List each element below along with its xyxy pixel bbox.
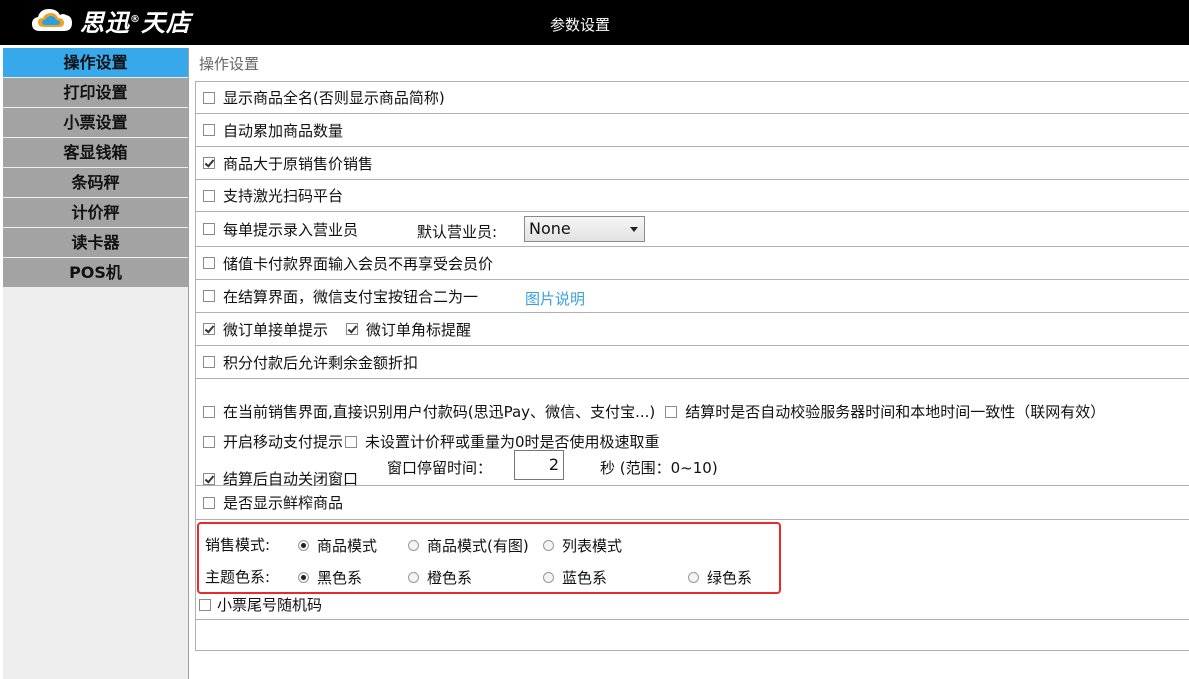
wx-order-prompt-checkbox[interactable] [203, 323, 215, 335]
sidebar-item-card-reader[interactable]: 读卡器 [3, 228, 188, 257]
fast-weigh-label: 未设置计价秤或重量为0时是否使用极速取重 [365, 433, 660, 451]
scan-paycode-label: 在当前销售界面,直接识别用户付款码(思迅Pay、微信、支付宝...) [223, 403, 656, 421]
prompt-clerk-label: 每单提示录入营业员 [223, 220, 359, 239]
option-line: 在当前销售界面,直接识别用户付款码(思迅Pay、微信、支付宝...) 结算时是否… [203, 401, 1105, 422]
verify-time-label: 结算时是否自动校验服务器时间和本地时间一致性（联网有效） [685, 403, 1106, 421]
option-row: 储值卡付款界面输入会员不再享受会员价 [195, 247, 1189, 280]
divider [195, 650, 1189, 651]
receipt-random-label: 小票尾号随机码 [217, 596, 323, 614]
mobile-pay-prompt-checkbox[interactable] [203, 435, 215, 448]
wx-order-badge-checkbox[interactable] [346, 323, 359, 335]
verify-time-checkbox[interactable] [665, 405, 678, 418]
merge-pay-label: 在结算界面，微信支付宝按钮合二为一 [223, 287, 479, 306]
sidebar-item-pos-machine[interactable]: POS机 [3, 258, 188, 287]
points-discount-label: 积分付款后允许剩余金额折扣 [223, 353, 419, 372]
show-fresh-checkbox[interactable] [203, 496, 215, 509]
stay-time-input[interactable]: 2 [514, 450, 564, 480]
option-row: 商品大于原销售价销售 [195, 147, 1189, 180]
chevron-down-icon [630, 227, 638, 232]
default-clerk-label: 默认营业员: [417, 223, 498, 241]
above-price-label: 商品大于原销售价销售 [223, 154, 374, 173]
divider [195, 619, 1189, 620]
auto-close-checkbox[interactable] [203, 472, 215, 485]
image-explanation-link[interactable]: 图片说明 [525, 288, 585, 309]
title-bar: 思迅®天店 参数设置 [0, 0, 1189, 45]
auto-accumulate-label: 自动累加商品数量 [223, 121, 344, 140]
merge-pay-checkbox[interactable] [203, 290, 215, 302]
receipt-random-checkbox[interactable] [199, 598, 211, 611]
section-title: 操作设置 [199, 55, 260, 73]
stored-card-checkbox[interactable] [203, 257, 215, 269]
option-row: 显示商品全名(否则显示商品简称) [195, 82, 1189, 114]
prompt-clerk-checkbox[interactable] [203, 223, 215, 235]
laser-scan-checkbox[interactable] [203, 189, 215, 202]
window-title: 参数设置 [549, 16, 610, 34]
option-row: 每单提示录入营业员 默认营业员: None [195, 212, 1189, 247]
stay-time-unit: 秒 (范围：0~10) [600, 459, 718, 477]
auto-accumulate-checkbox[interactable] [203, 124, 215, 136]
scan-paycode-checkbox[interactable] [203, 405, 215, 418]
show-fresh-label: 是否显示鲜榨商品 [223, 494, 344, 512]
sidebar-item-receipt-settings[interactable]: 小票设置 [3, 108, 188, 137]
above-price-checkbox[interactable] [203, 157, 215, 169]
default-clerk-select[interactable]: None [524, 216, 645, 242]
full-name-checkbox[interactable] [203, 91, 215, 104]
sidebar-item-print-settings[interactable]: 打印设置 [3, 78, 188, 107]
sidebar-item-display-cashbox[interactable]: 客显钱箱 [3, 138, 188, 167]
option-row: 积分付款后允许剩余金额折扣 [195, 346, 1189, 379]
stored-card-label: 储值卡付款界面输入会员不再享受会员价 [223, 254, 494, 273]
sidebar: 操作设置 打印设置 小票设置 客显钱箱 条码秤 计价秤 读卡器 POS机 [3, 48, 189, 679]
option-line: 开启移动支付提示 未设置计价秤或重量为0时是否使用极速取重 [203, 431, 660, 452]
wx-order-prompt-label: 微订单接单提示 [223, 320, 329, 339]
option-row: 微订单接单提示 微订单角标提醒 [195, 313, 1189, 346]
sidebar-item-barcode-scale[interactable]: 条码秤 [3, 168, 188, 197]
full-name-label: 显示商品全名(否则显示商品简称) [223, 89, 445, 107]
sidebar-item-pricing-scale[interactable]: 计价秤 [3, 198, 188, 227]
fast-weigh-checkbox[interactable] [345, 435, 358, 448]
divider [195, 519, 1189, 520]
wx-order-badge-label: 微订单角标提醒 [366, 320, 472, 339]
option-row: 是否显示鲜榨商品 [195, 486, 1189, 519]
panel-border [195, 81, 196, 651]
sidebar-item-operation-settings[interactable]: 操作设置 [3, 48, 188, 77]
laser-scan-label: 支持激光扫码平台 [223, 187, 344, 205]
points-discount-checkbox[interactable] [203, 356, 215, 368]
highlight-annotation-box [197, 522, 781, 594]
option-row: 在结算界面，微信支付宝按钮合二为一 图片说明 [195, 280, 1189, 313]
option-row: 支持激光扫码平台 [195, 180, 1189, 212]
mobile-pay-prompt-label: 开启移动支付提示 [223, 433, 344, 451]
default-clerk-value: None [529, 219, 571, 238]
option-row: 自动累加商品数量 [195, 114, 1189, 147]
stay-time-label: 窗口停留时间： [387, 459, 493, 477]
